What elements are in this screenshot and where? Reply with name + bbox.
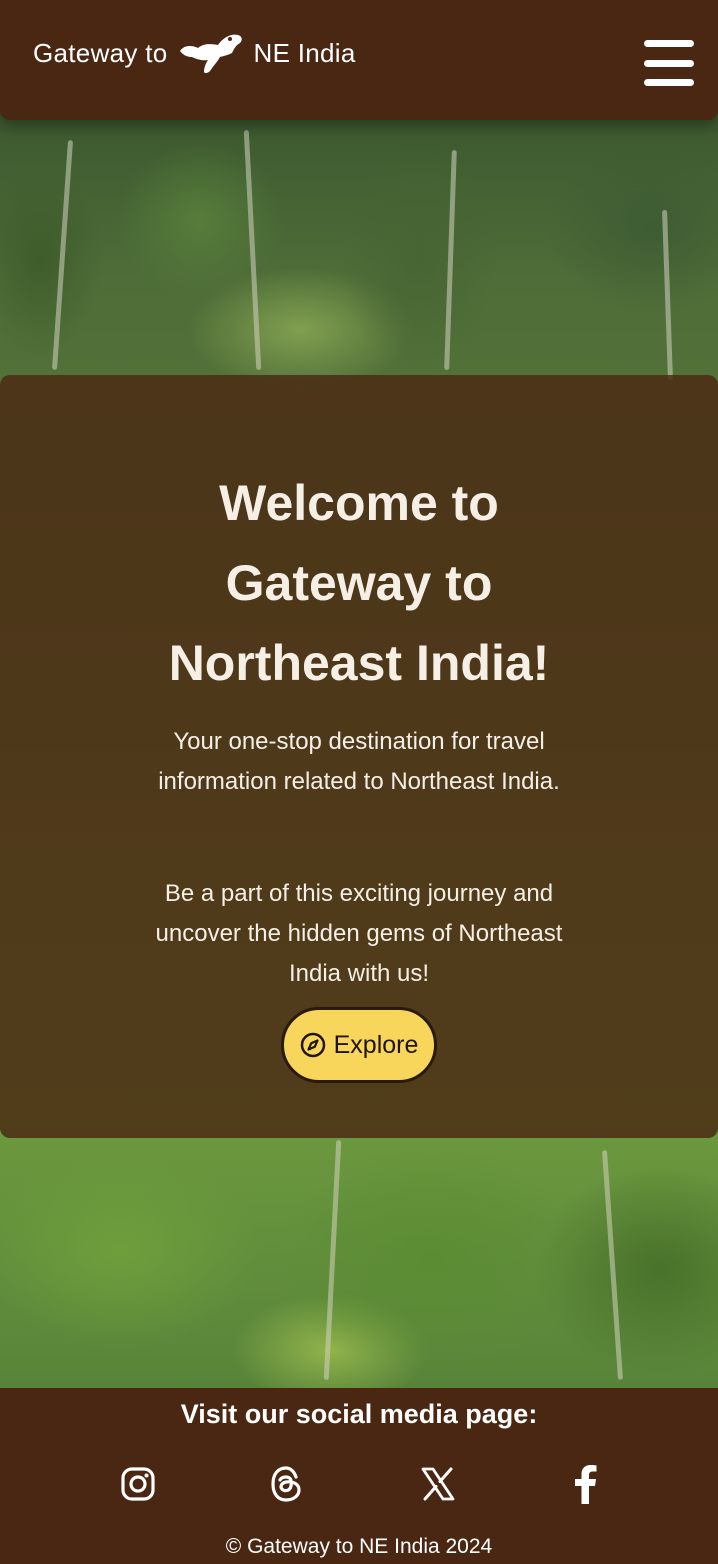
instagram-icon (121, 1467, 155, 1501)
social-heading: Visit our social media page: (180, 1399, 538, 1429)
copyright-text: © Gateway to NE India 2024 (225, 1535, 493, 1558)
journey-paragraph: Be a part of this exciting journey and u… (155, 880, 563, 987)
menu-bar (644, 59, 694, 67)
brand-suffix: NE India (253, 37, 356, 68)
x-icon (421, 1467, 455, 1501)
site-footer: Visit our social media page: © Gateway t… (0, 1388, 718, 1564)
instagram-link[interactable] (118, 1464, 158, 1504)
facebook-link[interactable] (565, 1464, 605, 1504)
menu-bar (644, 79, 694, 86)
compass-icon (300, 1032, 325, 1058)
site-header: Gateway to NE India (0, 0, 718, 120)
menu-bar (644, 40, 694, 47)
brand-logo-link[interactable]: Gateway to NE India (33, 30, 356, 76)
brand-prefix: Gateway to (33, 37, 168, 68)
hamburger-menu-icon[interactable] (644, 40, 694, 86)
facebook-icon (575, 1465, 597, 1504)
intro-paragraph: Your one-stop destination for travel inf… (158, 728, 560, 795)
welcome-title: Welcome to Gateway to Northeast India! (168, 475, 550, 691)
threads-link[interactable] (267, 1464, 307, 1504)
threads-icon (271, 1466, 301, 1502)
explore-label: Explore (333, 1030, 419, 1059)
assam-map-icon (179, 34, 242, 74)
x-link[interactable] (418, 1464, 458, 1504)
explore-button[interactable]: Explore (281, 1007, 437, 1083)
welcome-card: Welcome to Gateway to Northeast India! Y… (0, 375, 718, 1138)
